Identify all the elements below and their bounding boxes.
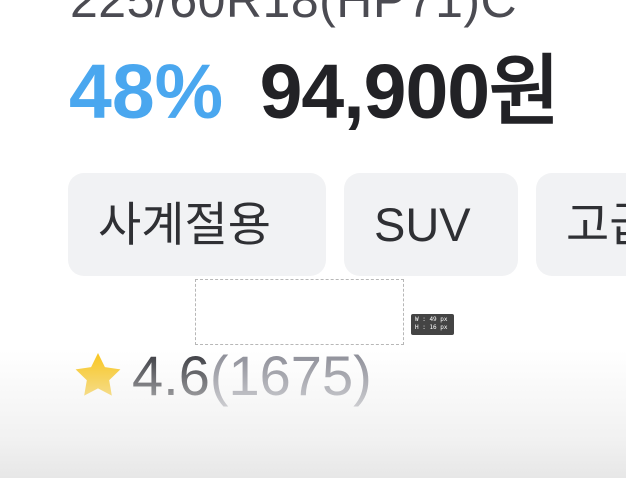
selection-width-label: W : 49 px xyxy=(415,316,448,323)
tag-suv[interactable]: SUV xyxy=(344,173,518,276)
rating: 4.6 (1675) xyxy=(71,339,372,413)
star-icon xyxy=(75,353,121,396)
feature-tags: 사계절용 SUV 고급 xyxy=(68,173,626,276)
review-count: (1675) xyxy=(209,344,372,407)
discount-rate: 48% xyxy=(69,49,224,135)
tag-premium[interactable]: 고급 xyxy=(536,173,626,276)
rating-score: 4.6 xyxy=(132,344,210,407)
selection-size-badge: W : 49 px H : 16 px xyxy=(411,314,454,335)
product-detail-page: 225/60R18(HP71)C 48% 94,900원 사계절용 SUV 고급… xyxy=(0,0,626,478)
selection-height-label: H : 16 px xyxy=(415,324,448,331)
selection-rectangle[interactable] xyxy=(195,279,404,345)
tag-all-season[interactable]: 사계절용 xyxy=(68,173,326,276)
product-title: 225/60R18(HP71)C xyxy=(70,0,518,28)
price-row: 48% 94,900원 xyxy=(69,43,560,141)
sale-price: 94,900원 xyxy=(259,49,560,135)
